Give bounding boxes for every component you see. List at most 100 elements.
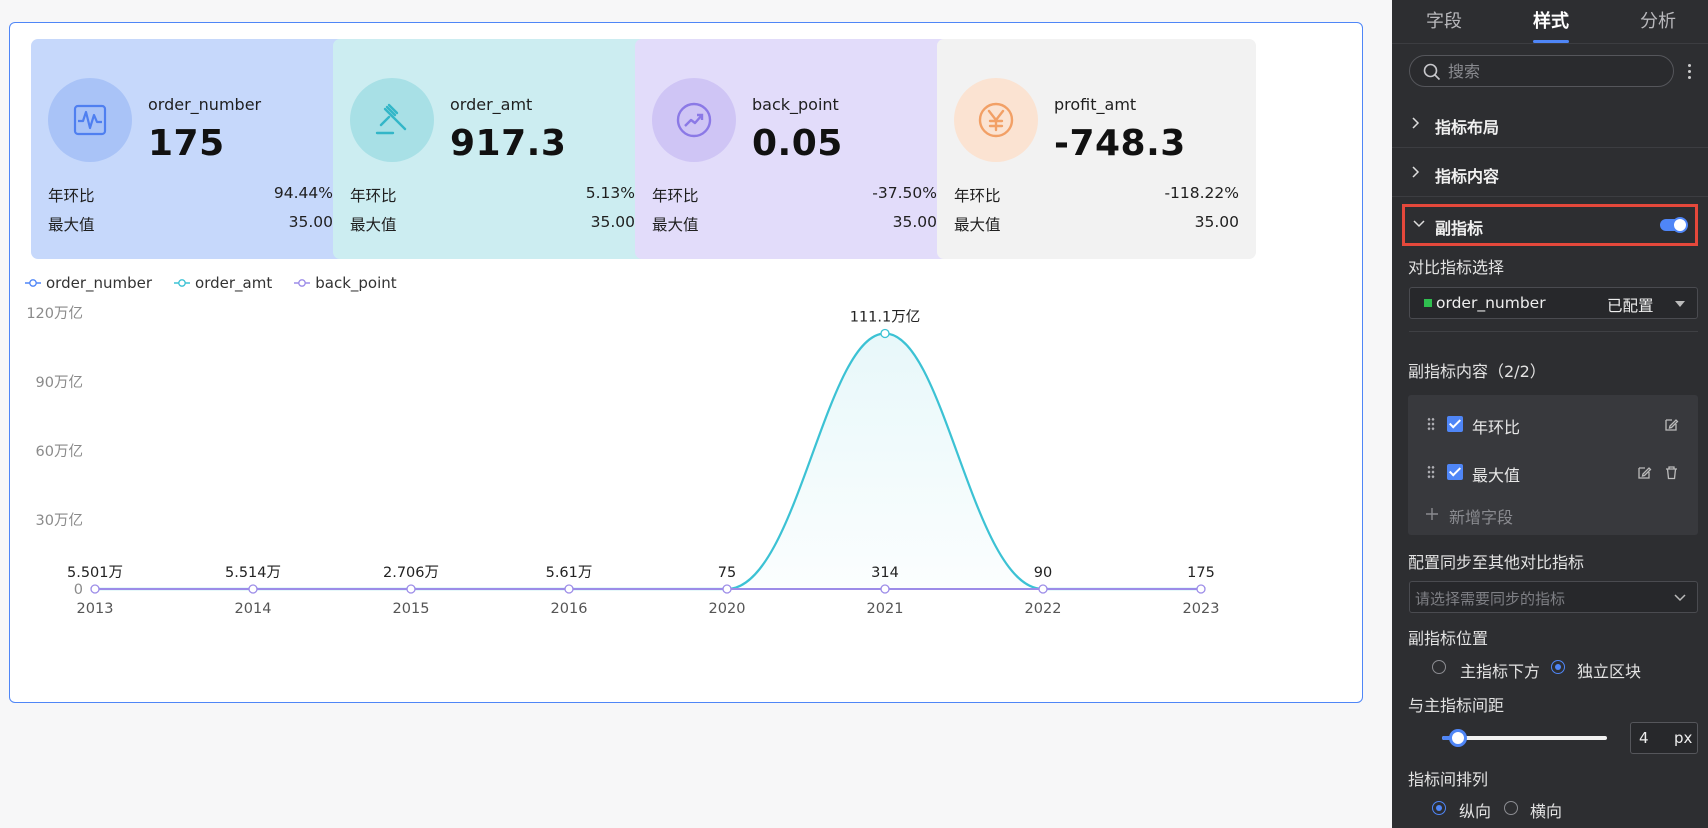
spacing-slider-handle[interactable]: [1449, 729, 1467, 747]
kpi-value: 917.3: [450, 123, 567, 164]
y-tick-label: 120万亿: [26, 305, 83, 322]
sync-select[interactable]: 请选择需要同步的指标: [1409, 581, 1698, 613]
kpi-name: order_number: [148, 95, 262, 114]
style-settings-panel: 字段 样式 分析 指标布局 指标内容 副指标 对比指标选择 order_numb…: [1392, 0, 1708, 828]
kpi-name: order_amt: [450, 95, 533, 114]
data-label: 314: [871, 565, 899, 581]
x-tick-label: 2016: [551, 601, 588, 617]
kpi-value: 0.05: [752, 123, 843, 164]
data-point: [880, 584, 890, 594]
indicator-card-widget[interactable]: order_number 175 年环比 94.44% 最大值 35.00 orde…: [9, 22, 1363, 703]
compare-color-swatch: [1424, 299, 1432, 307]
radio-horizontal[interactable]: [1504, 801, 1518, 815]
kpi-sub-row: 年环比 -37.50%: [652, 184, 937, 205]
data-label-peak: 111.1万亿: [850, 308, 921, 325]
radio-separate-block[interactable]: [1551, 660, 1565, 674]
kpi-name: profit_amt: [1054, 95, 1137, 114]
data-label: 5.514万: [225, 565, 281, 581]
pulse-icon: [73, 104, 107, 136]
trend-up-icon: [676, 102, 712, 138]
delete-icon[interactable]: [1664, 465, 1679, 480]
radio-label: 纵向: [1459, 802, 1492, 821]
plus-icon: [1426, 508, 1438, 520]
radio-label: 主指标下方: [1460, 662, 1541, 681]
kpi-sub-row: 年环比 94.44%: [48, 184, 333, 205]
kpi-name: back_point: [752, 95, 839, 114]
kpi-sub-row: 最大值 35.00: [652, 213, 937, 234]
chevron-right-icon: [1412, 166, 1420, 178]
radio-vertical[interactable]: [1432, 801, 1446, 815]
radio-label: 独立区块: [1577, 662, 1642, 681]
list-item[interactable]: 年环比: [1408, 404, 1698, 444]
kpi-value: -748.3: [1054, 123, 1186, 164]
kpi-sub-row: 年环比 -118.22%: [954, 184, 1239, 205]
section-indicator-content[interactable]: 指标内容: [1392, 149, 1708, 197]
data-label: 2.706万: [383, 565, 439, 581]
active-tab-indicator: [1533, 40, 1569, 43]
kpi-sub-row: 最大值 35.00: [350, 213, 635, 234]
data-label: 5.501万: [67, 565, 123, 581]
x-tick-label: 2013: [77, 601, 114, 617]
kpi-card-order-number[interactable]: order_number 175 年环比 94.44% 最大值 35.00: [31, 39, 350, 259]
compare-value: order_number: [1436, 294, 1546, 312]
x-tick-label: 2023: [1183, 601, 1220, 617]
legend-marker-icon: [294, 279, 311, 287]
spacing-input[interactable]: 4 px: [1630, 722, 1698, 754]
canvas: order_number 175 年环比 94.44% 最大值 35.00 orde…: [0, 0, 1392, 828]
data-point: [722, 584, 732, 594]
x-tick-label: 2015: [393, 601, 430, 617]
data-point: [248, 584, 258, 594]
legend-item-order-number[interactable]: order_number: [25, 273, 152, 293]
more-options-icon[interactable]: [1677, 58, 1701, 84]
legend-marker-icon: [25, 279, 41, 287]
drag-handle-icon[interactable]: [1427, 465, 1435, 479]
tab-style[interactable]: 样式: [1533, 7, 1569, 33]
compare-select[interactable]: order_number 已配置: [1409, 287, 1698, 319]
search-input[interactable]: [1448, 61, 1663, 81]
x-tick-label: 2022: [1025, 601, 1062, 617]
kpi-card-profit-amt[interactable]: profit_amt -748.3 年环比 -118.22% 最大值 35.00: [937, 39, 1256, 259]
kpi-card-order-amt[interactable]: order_amt 917.3 年环比 5.13% 最大值 35.00: [333, 39, 652, 259]
checkbox-checked[interactable]: [1447, 464, 1463, 480]
edit-icon[interactable]: [1637, 465, 1652, 480]
legend-item-order-amt[interactable]: order_amt: [174, 273, 272, 293]
radio-label: 横向: [1530, 802, 1563, 821]
y-tick-label: 30万亿: [36, 512, 83, 529]
section-indicator-layout[interactable]: 指标布局: [1392, 100, 1708, 148]
sub-indicator-toggle[interactable]: [1660, 217, 1688, 233]
divider: [1409, 331, 1698, 332]
data-point: [406, 584, 416, 594]
kpi-icon-circle: [350, 78, 434, 162]
kpi-card-back-point[interactable]: back_point 0.05 年环比 -37.50% 最大值 35.00: [635, 39, 954, 259]
x-tick-label: 2021: [867, 601, 904, 617]
panel-tabs: 字段 样式 分析: [1392, 0, 1708, 44]
series-line-order-amt: [95, 332, 1201, 591]
data-label: 90: [1034, 565, 1052, 581]
sub-indicator-list: 年环比 最大值 新增字段: [1408, 395, 1698, 535]
data-label: 75: [718, 565, 736, 581]
drag-handle-icon[interactable]: [1427, 417, 1435, 431]
data-label: 5.61万: [546, 565, 593, 581]
caret-down-icon: [1675, 301, 1685, 307]
search-box[interactable]: [1409, 55, 1674, 87]
chevron-right-icon: [1412, 117, 1420, 129]
section-sub-indicator-highlight[interactable]: 副指标: [1402, 204, 1698, 246]
compare-label: 对比指标选择: [1408, 258, 1505, 277]
tab-fields[interactable]: 字段: [1426, 7, 1462, 33]
add-field-button[interactable]: 新增字段: [1408, 493, 1698, 533]
data-label: 175: [1187, 565, 1215, 581]
checkbox-checked[interactable]: [1447, 416, 1463, 432]
kpi-sub-row: 最大值 35.00: [48, 213, 333, 234]
edit-icon[interactable]: [1664, 417, 1679, 432]
data-point-peak: [880, 328, 890, 339]
legend-item-back-point[interactable]: back_point: [294, 273, 397, 293]
tab-analysis[interactable]: 分析: [1640, 7, 1676, 33]
kpi-icon-circle: [48, 78, 132, 162]
line-chart: 0 30万亿 60万亿 90万亿 120万亿 2013 2014 2015 2016 2020 20…: [26, 305, 1220, 617]
section-title: 副指标: [1435, 219, 1484, 238]
data-point: [1196, 584, 1206, 594]
data-point: [90, 584, 100, 594]
kpi-value: 175: [148, 123, 225, 164]
radio-below-main[interactable]: [1432, 660, 1446, 674]
list-item[interactable]: 最大值: [1408, 452, 1698, 492]
